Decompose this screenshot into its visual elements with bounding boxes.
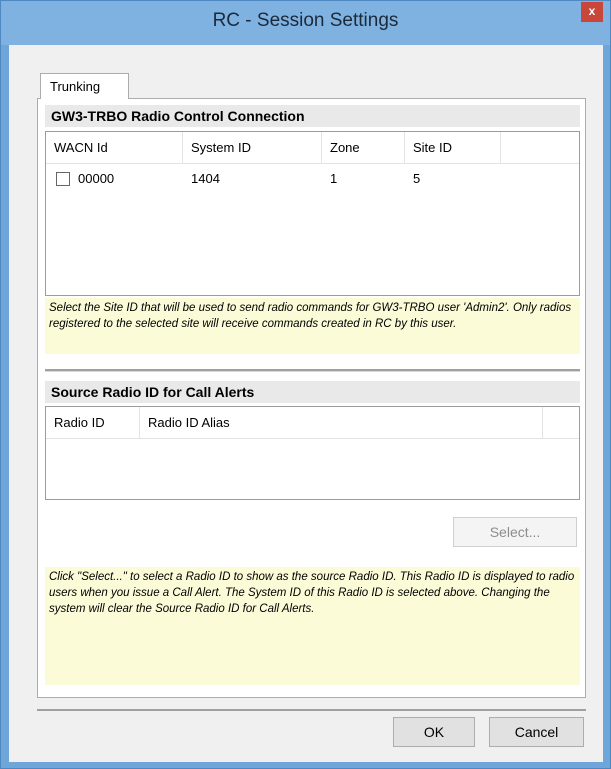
tab-trunking[interactable]: Trunking	[40, 73, 129, 99]
col-system-id[interactable]: System ID	[183, 132, 322, 164]
source-radio-grid: Radio ID Radio ID Alias	[45, 406, 580, 500]
connection-grid: WACN Id System ID Zone Site ID 00000 140…	[45, 131, 580, 296]
col-wacn-id[interactable]: WACN Id	[46, 132, 183, 164]
col-zone[interactable]: Zone	[322, 132, 405, 164]
source-radio-section-header: Source Radio ID for Call Alerts	[45, 381, 580, 403]
col-radio-id-alias[interactable]: Radio ID Alias	[140, 407, 543, 439]
close-icon: x	[588, 4, 596, 18]
col-radio-id[interactable]: Radio ID	[46, 407, 140, 439]
dialog-client-area: Trunking GW3-TRBO Radio Control Connecti…	[9, 45, 603, 762]
title-bar[interactable]: RC - Session Settings x	[1, 1, 610, 45]
close-button[interactable]: x	[581, 2, 603, 22]
row-checkbox[interactable]	[56, 172, 70, 186]
tab-label: Trunking	[50, 79, 101, 94]
cell-site-id: 5	[413, 171, 421, 186]
select-radio-button[interactable]: Select...	[453, 517, 577, 547]
col-site-id[interactable]: Site ID	[405, 132, 501, 164]
section-divider	[45, 369, 580, 372]
source-radio-info-text: Click "Select..." to select a Radio ID t…	[45, 567, 580, 685]
cell-zone: 1	[330, 171, 338, 186]
table-row[interactable]: 00000 1404 1 5	[46, 164, 579, 194]
connection-grid-header: WACN Id System ID Zone Site ID	[46, 132, 579, 164]
cell-system-id: 1404	[191, 171, 220, 186]
dialog-window: RC - Session Settings x Trunking GW3-TRB…	[0, 0, 611, 769]
source-radio-grid-header: Radio ID Radio ID Alias	[46, 407, 579, 439]
cell-wacn: 00000	[78, 171, 115, 186]
connection-info-text: Select the Site ID that will be used to …	[45, 298, 580, 354]
trunking-panel: GW3-TRBO Radio Control Connection WACN I…	[37, 98, 586, 698]
connection-section-header: GW3-TRBO Radio Control Connection	[45, 105, 580, 127]
ok-button[interactable]: OK	[393, 717, 475, 747]
window-title: RC - Session Settings	[212, 10, 399, 31]
cancel-button[interactable]: Cancel	[489, 717, 584, 747]
footer-divider	[37, 709, 586, 711]
